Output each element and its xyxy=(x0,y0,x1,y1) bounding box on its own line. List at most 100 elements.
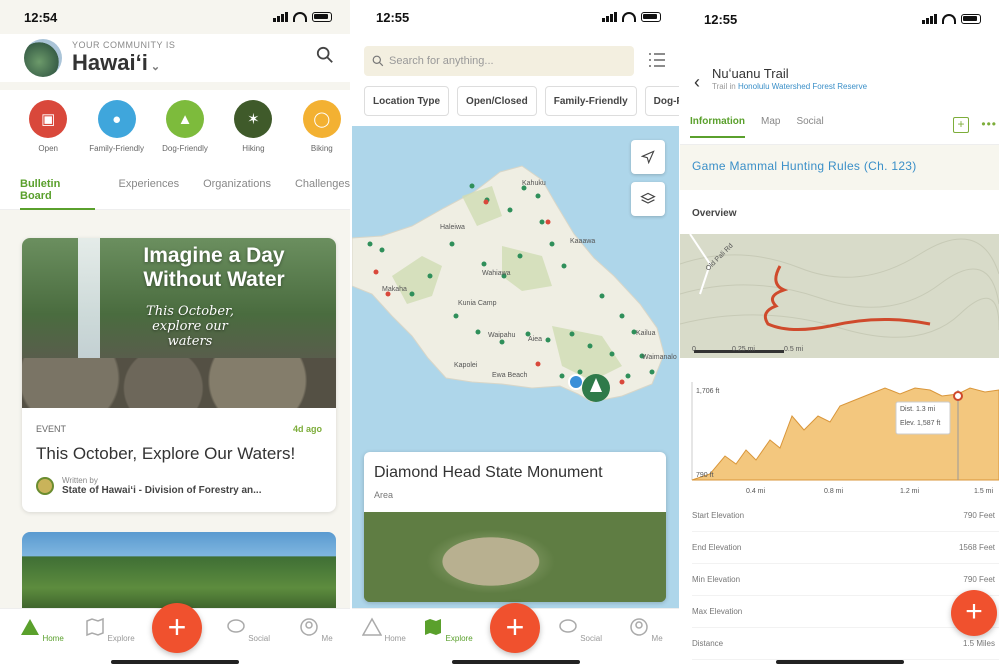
elevation-chart[interactable]: 1,706 ft 790 ft 0.4 mi 0.8 mi 1.2 mi 1.5… xyxy=(680,376,999,504)
place-card[interactable]: Diamond Head State Monument Area xyxy=(364,452,666,602)
category-strip: ▣ Open ● Family-Friendly ▲ Dog-Friendly ✶ Hi… xyxy=(0,90,350,160)
community-screen: 12:54 YOUR COMMUNITY IS Hawaiʻi ⌄ ▣ Open … xyxy=(0,0,350,666)
briefcase-icon: ▣ xyxy=(29,100,68,138)
wifi-icon xyxy=(293,12,307,22)
battery-icon xyxy=(312,12,332,22)
signal-icon xyxy=(922,14,937,24)
bottom-nav: Home Explore + Social Me xyxy=(352,603,679,666)
filter-open-closed[interactable]: Open/Closed xyxy=(457,86,537,116)
chat-icon xyxy=(559,619,577,633)
nav-home[interactable]: Home xyxy=(12,617,72,643)
nav-me[interactable]: Me xyxy=(286,617,346,643)
hiker-icon: ✶ xyxy=(234,100,273,138)
battery-icon xyxy=(961,14,981,24)
category-open[interactable]: ▣ Open xyxy=(20,100,76,160)
back-chevron-icon[interactable]: ‹ xyxy=(694,72,700,93)
author-row: Written by State of Hawaiʻi - Division o… xyxy=(36,476,261,496)
explore-screen: 12:55 Search for anything... Location Ty… xyxy=(352,0,679,666)
filter-chips: Location Type Open/Closed Family-Friendl… xyxy=(364,86,679,116)
tab-map[interactable]: Map xyxy=(761,116,780,144)
nav-explore[interactable]: Explore xyxy=(80,617,140,643)
home-indicator xyxy=(111,660,239,664)
chat-icon xyxy=(227,619,245,633)
chevron-down-icon: ⌄ xyxy=(147,61,161,73)
place-photo xyxy=(364,512,666,602)
max-elevation-label: 1,706 ft xyxy=(696,388,720,395)
layers-button[interactable] xyxy=(631,182,665,216)
place-name: Diamond Head State Monument xyxy=(374,464,603,481)
battery-icon xyxy=(641,12,661,22)
nav-me[interactable]: Me xyxy=(616,617,676,643)
tab-bulletin-board[interactable]: Bulletin Board xyxy=(20,178,95,210)
stat-row: Distance 1.5 Miles xyxy=(692,628,999,660)
trail-location: Trail in Honolulu Watershed Forest Reser… xyxy=(712,82,868,91)
list-view-icon[interactable] xyxy=(647,50,667,70)
search-input[interactable]: Search for anything... xyxy=(364,46,634,76)
overview-heading: Overview xyxy=(692,208,737,219)
status-bar: 12:55 xyxy=(352,0,679,34)
bike-icon: ◯ xyxy=(302,100,341,138)
trail-map[interactable]: Old Pali Rd 0 0.25 mi 0.5 mi xyxy=(680,234,999,358)
add-button[interactable]: + xyxy=(490,603,540,653)
event-time-ago: 4d ago xyxy=(292,424,322,434)
min-elevation-label: 790 ft xyxy=(696,472,714,479)
filter-dog-friendly[interactable]: Dog-F xyxy=(644,86,679,116)
hero-subtitle: This October, explore our waters xyxy=(146,304,234,349)
tab-information[interactable]: Information xyxy=(690,116,745,138)
category-dog-friendly[interactable]: ▲ Dog-Friendly xyxy=(157,100,213,160)
stat-row: Min Elevation 790 Feet xyxy=(692,564,999,596)
tab-challenges[interactable]: Challenges xyxy=(295,178,350,210)
community-header[interactable]: YOUR COMMUNITY IS Hawaiʻi ⌄ xyxy=(0,34,350,82)
feed-tabs: Bulletin Board Experiences Organizations… xyxy=(0,160,350,210)
event-card[interactable]: Imagine a Day Without Water This October… xyxy=(22,238,336,512)
community-avatar xyxy=(24,39,62,77)
category-family-friendly[interactable]: ● Family-Friendly xyxy=(88,100,144,160)
add-button[interactable]: + xyxy=(152,603,202,653)
tab-social[interactable]: Social xyxy=(796,116,823,144)
filter-family-friendly[interactable]: Family-Friendly xyxy=(544,86,637,116)
nav-social[interactable]: Social xyxy=(218,617,278,643)
stat-row: Start Elevation 790 Feet xyxy=(692,500,999,532)
tab-experiences[interactable]: Experiences xyxy=(119,178,180,210)
author-name: State of Hawaiʻi - Division of Forestry … xyxy=(62,485,262,496)
search-placeholder: Search for anything... xyxy=(389,55,494,67)
clock: 12:55 xyxy=(704,11,738,27)
next-card-image[interactable] xyxy=(22,532,336,612)
location-dot xyxy=(568,374,584,390)
map-icon xyxy=(425,619,442,635)
more-options-icon[interactable]: ••• xyxy=(981,117,997,131)
dog-icon: ▲ xyxy=(166,100,205,138)
nav-explore[interactable]: Explore xyxy=(418,617,478,643)
status-bar: 12:54 xyxy=(0,0,350,34)
community-label: YOUR COMMUNITY IS xyxy=(72,40,176,50)
trail-screen: 12:55 ‹ Nuʻuanu Trail Trail in Honolulu … xyxy=(680,0,999,666)
wifi-icon xyxy=(942,14,956,24)
search-icon[interactable] xyxy=(316,46,334,64)
nav-home[interactable]: Home xyxy=(354,617,414,643)
status-bar: 12:55 xyxy=(680,2,999,36)
hunting-rules-link[interactable]: Game Mammal Hunting Rules (Ch. 123) xyxy=(692,159,917,173)
locate-button[interactable] xyxy=(631,140,665,174)
filter-location-type[interactable]: Location Type xyxy=(364,86,450,116)
community-name[interactable]: Hawaiʻi xyxy=(72,50,148,75)
profile-icon xyxy=(630,618,649,636)
category-hiking[interactable]: ✶ Hiking xyxy=(225,100,281,160)
clock: 12:54 xyxy=(24,9,58,25)
stroller-icon: ● xyxy=(97,100,136,138)
bookmark-add-icon[interactable]: + xyxy=(953,117,969,133)
nav-social[interactable]: Social xyxy=(550,617,610,643)
event-title: This October, Explore Our Waters! xyxy=(36,444,296,463)
rules-row[interactable]: Game Mammal Hunting Rules (Ch. 123) xyxy=(680,144,999,190)
home-indicator xyxy=(775,660,904,664)
add-button[interactable]: + xyxy=(951,590,997,636)
reserve-link[interactable]: Honolulu Watershed Forest Reserve xyxy=(738,82,867,91)
home-indicator xyxy=(451,660,580,664)
state-seal-icon xyxy=(36,477,54,495)
search-icon xyxy=(372,55,384,67)
trail-name: Nuʻuanu Trail xyxy=(712,66,789,81)
stat-row: End Elevation 1568 Feet xyxy=(692,532,999,564)
category-biking[interactable]: ◯ Biking xyxy=(294,100,350,160)
navigation-arrow-icon xyxy=(641,150,655,164)
tab-organizations[interactable]: Organizations xyxy=(203,178,271,210)
tooltip-elevation: Elev. 1,587 ft xyxy=(900,420,941,427)
